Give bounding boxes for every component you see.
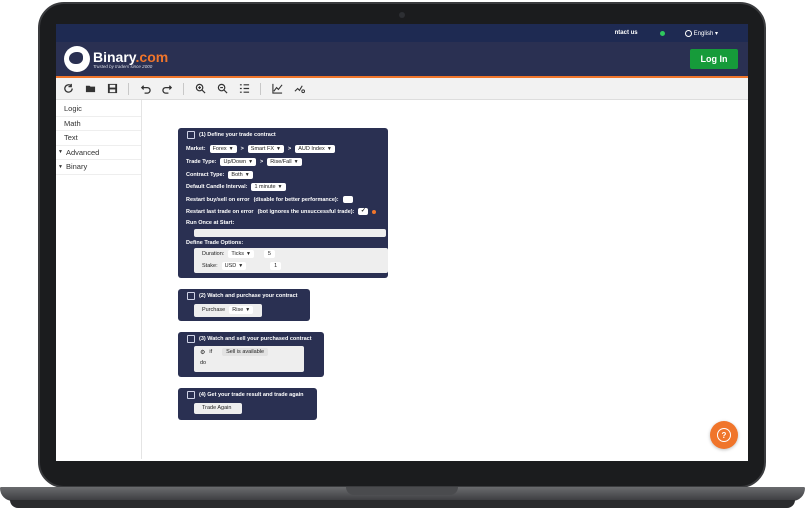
trade-options-label: Define Trade Options: — [186, 240, 244, 246]
contact-link[interactable]: ntact us — [615, 30, 638, 36]
caret-down-icon: ▼ — [58, 163, 63, 170]
restart-buy-checkbox[interactable] — [342, 196, 353, 203]
top-bar: ntact us English ▾ — [56, 24, 748, 42]
brand-tagline: Trusted by traders since 2000 — [93, 63, 153, 69]
if-statement[interactable]: ⚙ if Sell is available do — [194, 346, 304, 372]
do-label: do — [200, 360, 207, 366]
binary-logo-icon — [64, 46, 90, 72]
duration-label: Duration: — [202, 251, 225, 257]
trade-options-block[interactable]: Duration: Ticks ▼ 5 Stake: USD ▼ 1 — [194, 248, 388, 273]
if-label: if — [209, 349, 213, 355]
purchase-label: Purchase — [202, 307, 226, 313]
chart-icon[interactable] — [271, 83, 283, 95]
basket-icon — [187, 292, 195, 300]
network-status-icon — [659, 30, 665, 36]
tradingview-icon[interactable] — [293, 83, 305, 95]
restart-last-checkbox[interactable]: ✓ — [358, 208, 369, 215]
restart-last-label: Restart last trade on error — [186, 208, 254, 215]
sidebar-item-advanced[interactable]: ▼ Advanced — [56, 146, 141, 160]
zoom-in-icon[interactable] — [194, 83, 206, 95]
globe-icon — [684, 29, 692, 37]
language-selector[interactable]: English ▾ — [684, 29, 718, 37]
warning-dot-icon — [372, 209, 377, 214]
trade-again-label: Trade Again — [202, 405, 232, 411]
sell-block[interactable]: (3) Watch and sell your purchased contra… — [178, 332, 324, 377]
zoom-out-icon[interactable] — [216, 83, 228, 95]
redo-icon[interactable] — [161, 83, 173, 95]
trade-again-block[interactable]: (4) Get your trade result and trade agai… — [178, 388, 317, 420]
restart-buy-hint: (disable for better performance): — [253, 196, 339, 203]
flag-icon — [187, 391, 195, 399]
language-label: English ▾ — [693, 30, 718, 37]
block-title: (1) Define your trade contract — [199, 132, 276, 138]
separator: > — [287, 146, 292, 152]
laptop-notch — [346, 487, 458, 495]
money-icon — [187, 335, 195, 343]
separator: > — [240, 146, 244, 152]
reset-icon[interactable] — [62, 83, 74, 95]
trade-definition-block[interactable]: (1) Define your trade contract Market: F… — [178, 128, 388, 278]
toolbar-divider — [260, 82, 261, 95]
main-header: Binary.com Trusted by traders since 2000… — [56, 42, 748, 78]
candle-interval-label: Default Candle Interval: — [186, 184, 248, 190]
trade-type-label: Trade Type: — [186, 159, 217, 165]
camera-dot — [399, 12, 405, 18]
browser-screen: ntact us English ▾ Binary.com Trusted by… — [56, 24, 748, 461]
candle-interval-dropdown[interactable]: 1 minute ▼ — [251, 183, 286, 191]
undo-icon[interactable] — [139, 83, 151, 95]
brand-logo-link[interactable]: Binary.com Trusted by traders since 2000 — [64, 46, 168, 72]
separator: > — [260, 159, 264, 165]
block-title: (4) Get your trade result and trade agai… — [199, 392, 304, 398]
sidebar-item-math[interactable]: Math — [56, 117, 141, 131]
run-once-label: Run Once at Start: — [186, 220, 235, 226]
currency-dropdown[interactable]: USD ▼ — [221, 262, 247, 270]
restart-buy-label: Restart buy/sell on error — [186, 196, 250, 203]
blockly-canvas[interactable]: (1) Define your trade contract Market: F… — [142, 100, 748, 459]
block-title: (2) Watch and purchase your contract — [199, 293, 298, 299]
document-icon — [187, 131, 195, 139]
save-icon[interactable] — [106, 83, 118, 95]
symbol-dropdown[interactable]: AUD Index ▼ — [295, 145, 335, 153]
block-category-sidebar: Logic Math Text ▼ Advanced ▼ Binary — [56, 100, 142, 459]
login-button[interactable]: Log In — [690, 49, 738, 69]
restart-last-hint: (bot ignores the unsuccessful trade): — [257, 208, 355, 215]
run-once-slot[interactable] — [194, 229, 386, 237]
market-label: Market: — [186, 146, 206, 152]
trade-type-dropdown[interactable]: Up/Down ▼ — [220, 158, 257, 166]
block-title: (3) Watch and sell your purchased contra… — [199, 336, 312, 342]
rearrange-icon[interactable] — [238, 83, 250, 95]
sidebar-item-logic[interactable]: Logic — [56, 102, 141, 117]
question-icon: ? — [717, 428, 731, 442]
caret-down-icon: ▼ — [58, 149, 63, 156]
stake-input[interactable]: 1 — [270, 262, 282, 270]
sidebar-item-text[interactable]: Text — [56, 131, 141, 146]
toolbar-divider — [128, 82, 129, 95]
purchase-block[interactable]: (2) Watch and purchase your contract Pur… — [178, 289, 310, 321]
duration-input[interactable]: 5 — [263, 250, 275, 258]
purchase-statement[interactable]: Purchase Rise ▼ — [194, 304, 262, 317]
laptop-foot — [10, 500, 795, 508]
workspace: Logic Math Text ▼ Advanced ▼ Binary (1) De… — [56, 100, 748, 459]
contract-type-label: Contract Type: — [186, 172, 225, 178]
trade-again-statement[interactable]: Trade Again — [194, 403, 242, 414]
submarket-dropdown[interactable]: Smart FX ▼ — [247, 145, 284, 153]
market-dropdown[interactable]: Forex ▼ — [209, 145, 237, 153]
settings-gear-icon[interactable]: ⚙ — [200, 349, 205, 356]
sell-available-condition[interactable]: Sell is available — [222, 348, 269, 356]
workspace-toolbar — [56, 78, 748, 100]
sidebar-item-binary[interactable]: ▼ Binary — [56, 160, 141, 175]
duration-unit-dropdown[interactable]: Ticks ▼ — [228, 250, 254, 258]
contract-type-dropdown[interactable]: Both ▼ — [228, 171, 253, 179]
brand-name: Binary.com — [93, 48, 169, 65]
open-folder-icon[interactable] — [84, 83, 96, 95]
stake-label: Stake: — [202, 263, 218, 269]
purchase-type-dropdown[interactable]: Rise ▼ — [229, 306, 254, 314]
help-button[interactable]: ? — [710, 421, 738, 449]
toolbar-divider — [183, 82, 184, 95]
trade-subtype-dropdown[interactable]: Rise/Fall ▼ — [267, 158, 302, 166]
